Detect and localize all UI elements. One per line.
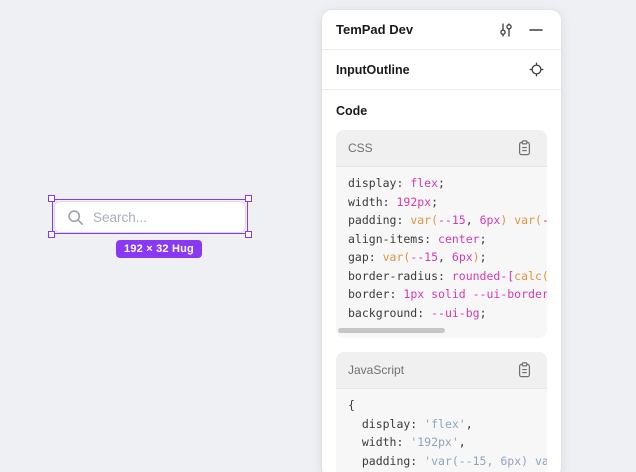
copy-javascript-button[interactable]: [513, 359, 535, 381]
selection-handle-top-right[interactable]: [245, 195, 252, 202]
css-code[interactable]: display: flex;width: 192px;padding: var(…: [336, 167, 547, 338]
clipboard-icon: [517, 140, 532, 156]
css-code-card: CSS display: flex;width: 192px;padding: …: [336, 130, 547, 338]
javascript-code[interactable]: { display: 'flex', width: '192px', paddi…: [336, 389, 547, 472]
clipboard-icon: [517, 362, 532, 378]
selected-node-row: InputOutline: [322, 50, 561, 90]
code-line: align-items: center;: [348, 230, 547, 249]
panel-body: Code CSS display: flex;width: 192px;padd…: [322, 90, 561, 472]
sliders-icon: [498, 22, 514, 38]
minimize-icon: [529, 23, 543, 37]
code-section-title: Code: [336, 104, 547, 118]
code-line: {: [348, 396, 547, 415]
css-card-header: CSS: [336, 130, 547, 167]
code-line: border: 1px solid --ui-border-: [348, 285, 547, 304]
plugin-header: TemPad Dev: [322, 10, 561, 50]
code-line: width: 192px;: [348, 193, 547, 212]
selection-handle-bottom-right[interactable]: [245, 231, 252, 238]
javascript-card-label: JavaScript: [348, 363, 404, 377]
minimize-button[interactable]: [525, 19, 547, 41]
search-input-component[interactable]: Search...: [54, 201, 246, 233]
code-line: display: 'flex',: [348, 415, 547, 434]
selection-handle-bottom-left[interactable]: [48, 231, 55, 238]
code-line: width: '192px',: [348, 433, 547, 452]
locate-node-button[interactable]: [525, 59, 547, 81]
plugin-title: TemPad Dev: [336, 22, 413, 37]
code-line: display: flex;: [348, 174, 547, 193]
horizontal-scrollbar[interactable]: [338, 328, 445, 333]
css-card-label: CSS: [348, 141, 373, 155]
javascript-card-header: JavaScript: [336, 352, 547, 389]
selection-size-badge: 192 × 32 Hug: [116, 240, 202, 258]
javascript-code-card: JavaScript { display: 'flex', width: '19…: [336, 352, 547, 472]
copy-css-button[interactable]: [513, 137, 535, 159]
code-line: border-radius: rounded-[calc(var(--: [348, 267, 547, 286]
selection-handle-top-left[interactable]: [48, 195, 55, 202]
search-icon: [67, 209, 84, 226]
locate-icon: [529, 62, 544, 77]
code-line: padding: 'var(--15, 6px) var(--15, 6px)'…: [348, 452, 547, 471]
search-placeholder: Search...: [93, 210, 147, 225]
code-line: padding: var(--15, 6px) var(--15, 6px);: [348, 211, 547, 230]
selected-node-name: InputOutline: [336, 63, 410, 77]
code-line: background: --ui-bg;: [348, 304, 547, 323]
settings-button[interactable]: [495, 19, 517, 41]
code-line: gap: var(--15, 6px);: [348, 248, 547, 267]
tempad-dev-plugin-panel: TemPad Dev InputOutline: [322, 10, 561, 472]
